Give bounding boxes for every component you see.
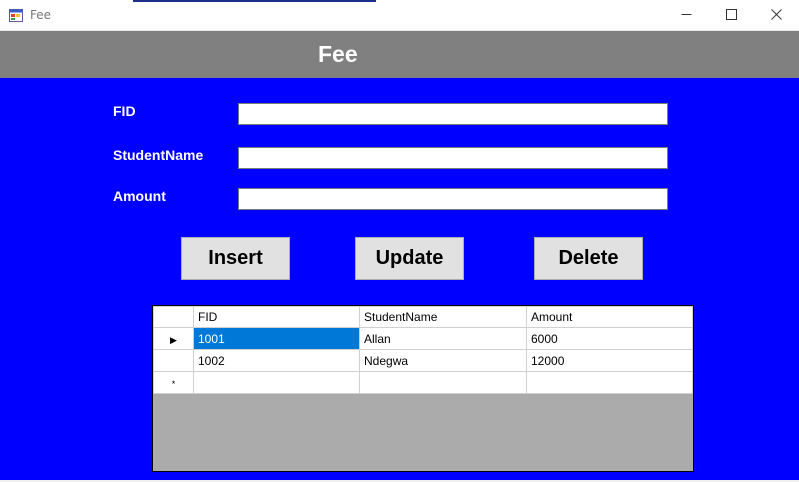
insert-button[interactable]: Insert bbox=[181, 237, 290, 280]
page-title: Fee bbox=[318, 41, 358, 67]
grid-table: FID StudentName Amount ▶ 1001 Allan 6000… bbox=[153, 306, 693, 394]
table-row[interactable]: 1002 Ndegwa 12000 bbox=[153, 349, 693, 372]
column-header-amount[interactable]: Amount bbox=[526, 306, 693, 328]
cell-fid[interactable] bbox=[193, 371, 360, 394]
row-header[interactable]: ▶ bbox=[153, 327, 194, 350]
column-header-student-name[interactable]: StudentName bbox=[359, 306, 527, 328]
current-row-indicator-icon: ▶ bbox=[170, 334, 177, 345]
cell-amount[interactable]: 12000 bbox=[526, 349, 693, 372]
update-button[interactable]: Update bbox=[355, 237, 464, 280]
cell-amount[interactable] bbox=[526, 371, 693, 394]
student-name-field[interactable] bbox=[238, 147, 668, 169]
minimize-button[interactable] bbox=[663, 0, 709, 31]
window-titlebar[interactable]: Fee bbox=[0, 0, 799, 31]
column-header-fid[interactable]: FID bbox=[193, 306, 360, 328]
fid-label: FID bbox=[113, 103, 136, 119]
form-header: Fee bbox=[0, 31, 799, 78]
close-icon bbox=[770, 7, 782, 25]
new-row[interactable]: * bbox=[153, 371, 693, 394]
grid-corner-header[interactable] bbox=[153, 306, 194, 328]
row-header[interactable]: * bbox=[153, 371, 194, 394]
delete-button[interactable]: Delete bbox=[534, 237, 643, 280]
maximize-icon bbox=[725, 7, 737, 25]
app-form-icon bbox=[9, 9, 23, 22]
cell-student-name[interactable] bbox=[359, 371, 527, 394]
fid-field[interactable] bbox=[238, 103, 668, 125]
maximize-button[interactable] bbox=[708, 0, 754, 31]
cell-student-name[interactable]: Ndegwa bbox=[359, 349, 527, 372]
titlebar-accent bbox=[133, 0, 376, 2]
cell-amount[interactable]: 6000 bbox=[526, 327, 693, 350]
student-name-label: StudentName bbox=[113, 147, 204, 163]
amount-label: Amount bbox=[113, 188, 166, 204]
table-row[interactable]: ▶ 1001 Allan 6000 bbox=[153, 327, 693, 350]
new-row-indicator-icon: * bbox=[171, 378, 176, 389]
cell-student-name[interactable]: Allan bbox=[359, 327, 527, 350]
grid-header-row: FID StudentName Amount bbox=[153, 306, 693, 328]
cell-fid[interactable]: 1002 bbox=[193, 349, 360, 372]
amount-field[interactable] bbox=[238, 188, 668, 210]
form-client-area: FID StudentName Amount Insert Update Del… bbox=[0, 78, 799, 482]
close-button[interactable] bbox=[753, 0, 799, 31]
fee-data-grid[interactable]: FID StudentName Amount ▶ 1001 Allan 6000… bbox=[152, 305, 694, 472]
minimize-icon bbox=[681, 7, 692, 25]
window-title: Fee bbox=[30, 8, 52, 22]
cell-fid[interactable]: 1001 bbox=[193, 327, 360, 350]
row-header[interactable] bbox=[153, 349, 194, 372]
